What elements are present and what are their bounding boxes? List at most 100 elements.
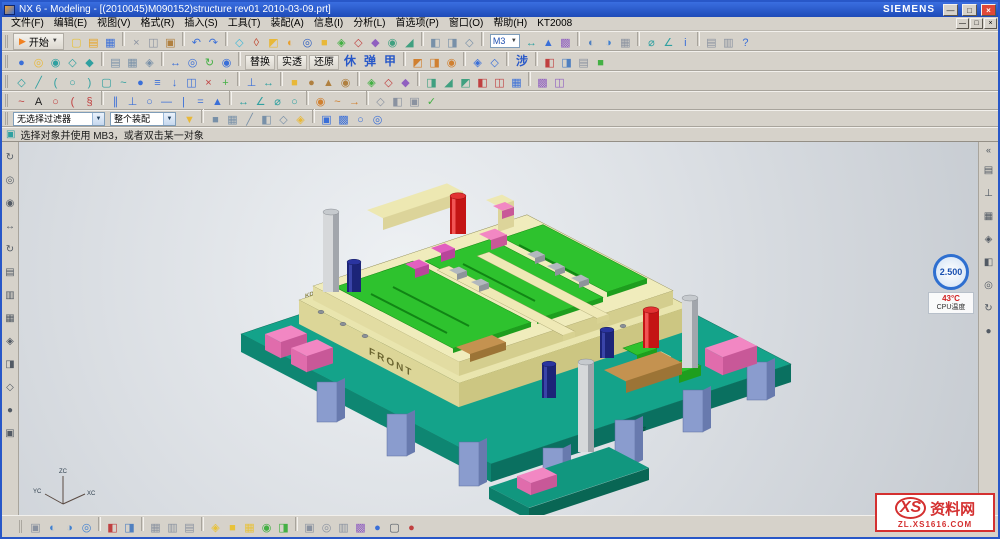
layer-settings-icon[interactable]: ▦ <box>617 35 634 51</box>
part-navigator-icon[interactable]: ▦ <box>981 209 996 224</box>
studio-spline-icon[interactable]: ~ <box>115 75 132 91</box>
alternate-solution-icon[interactable]: ◧ <box>389 94 406 110</box>
sheet-body-filter-icon[interactable]: ▦ <box>224 112 241 128</box>
menu-assemblies[interactable]: 装配(A) <box>265 17 308 31</box>
roles-icon[interactable]: ● <box>369 520 386 536</box>
inside-window-icon[interactable]: ▣ <box>318 112 335 128</box>
toolbar-grip[interactable] <box>5 35 10 48</box>
macro-xiu-button[interactable]: 休 <box>340 52 360 69</box>
cut-icon[interactable]: × <box>128 35 145 51</box>
menu-window[interactable]: 窗口(O) <box>444 17 488 31</box>
visible-in-view-icon[interactable]: ▤ <box>181 520 198 536</box>
face-filter-icon[interactable]: ◧ <box>258 112 275 128</box>
mirror-body-icon[interactable]: ◫ <box>551 75 568 91</box>
drafting-icon[interactable]: ▤ <box>575 55 592 71</box>
close-button[interactable]: × <box>981 4 996 16</box>
true-shading-icon[interactable]: ◈ <box>207 520 224 536</box>
toolbar-grip[interactable] <box>5 55 10 68</box>
constraint-fix-icon[interactable]: ▲ <box>209 94 226 110</box>
display-preferences-icon[interactable]: ▣ <box>3 426 18 441</box>
menu-information[interactable]: 信息(I) <box>309 17 348 31</box>
enhance-scene-icon[interactable]: ▦ <box>241 520 258 536</box>
split-body-icon[interactable]: ◫ <box>491 75 508 91</box>
sphere-tool-icon[interactable]: ◉ <box>337 75 354 91</box>
wireframe-view-icon[interactable]: ◇ <box>461 35 478 51</box>
constraint-horizontal-icon[interactable]: — <box>158 94 175 110</box>
child-minimize-button[interactable]: — <box>956 18 969 29</box>
chamfer-icon[interactable]: ◢ <box>401 35 418 51</box>
assembly-constraints-icon[interactable]: ▲ <box>540 35 557 51</box>
menu-format[interactable]: 格式(R) <box>135 17 179 31</box>
highlight-select-icon[interactable]: ◎ <box>369 112 386 128</box>
profile-icon[interactable]: ◇ <box>13 75 30 91</box>
orient-iso-icon[interactable]: ◈ <box>141 55 158 71</box>
auto-dimension-icon[interactable]: ↔ <box>260 75 277 91</box>
constraint-equal-icon[interactable]: = <box>192 94 209 110</box>
show-and-hide-icon[interactable]: ◑ <box>600 35 617 51</box>
save-icon[interactable]: ▦ <box>102 35 119 51</box>
quick-extend-icon[interactable]: + <box>217 75 234 91</box>
scene-settings-icon[interactable]: ■ <box>224 520 241 536</box>
edit-curve-icon[interactable]: ◉ <box>312 94 329 110</box>
circle-icon[interactable]: ○ <box>64 75 81 91</box>
smooth-spline-icon[interactable]: ~ <box>329 94 346 110</box>
menu-help[interactable]: 帮助(H) <box>488 17 532 31</box>
layer-settings-icon[interactable]: ▦ <box>147 520 164 536</box>
history-palette-icon[interactable]: ↻ <box>981 301 996 316</box>
instance-geometry-icon[interactable]: ▩ <box>534 75 551 91</box>
immediate-hide-icon[interactable]: ◑ <box>61 520 78 536</box>
toolbar-grip[interactable] <box>5 112 10 125</box>
clip-section-icon[interactable]: ◨ <box>558 55 575 71</box>
show-hide-icon[interactable]: ◐ <box>44 520 61 536</box>
move-face-icon[interactable]: ◩ <box>409 55 426 71</box>
wave-link-icon[interactable]: ◈ <box>469 55 486 71</box>
dim-perimeter-icon[interactable]: ○ <box>286 94 303 110</box>
menu-tools[interactable]: 工具(T) <box>223 17 266 31</box>
selection-filter-combo[interactable]: 无选择过滤器 ▼ <box>13 112 105 126</box>
wireframe-mode-icon[interactable]: ◇ <box>3 380 18 395</box>
zoom-icon[interactable]: ◎ <box>184 55 201 71</box>
shaded-view-icon[interactable]: ◨ <box>444 35 461 51</box>
transparent-display-icon[interactable]: ◐ <box>583 35 600 51</box>
edge-filter-icon[interactable]: ◇ <box>275 112 292 128</box>
redo-icon[interactable]: ↷ <box>205 35 222 51</box>
copy-icon[interactable]: ◫ <box>145 35 162 51</box>
fit-icon[interactable]: ◉ <box>218 55 235 71</box>
window-cascade-icon[interactable]: ▤ <box>703 35 720 51</box>
block-icon[interactable]: ■ <box>316 35 333 51</box>
draft-icon[interactable]: ◢ <box>440 75 457 91</box>
revolve-icon[interactable]: ◐ <box>282 35 299 51</box>
shaded-mode-icon[interactable]: ◨ <box>3 357 18 372</box>
show-all-icon[interactable]: ◎ <box>78 520 95 536</box>
line-icon[interactable]: ╱ <box>30 75 47 91</box>
patch-icon[interactable]: ▦ <box>508 75 525 91</box>
selection-sphere-icon[interactable]: ● <box>13 55 30 71</box>
rectangle-icon[interactable]: ▢ <box>98 75 115 91</box>
orient-top-icon[interactable]: ▤ <box>107 55 124 71</box>
macro-she-button[interactable]: 涉 <box>512 52 532 69</box>
reuse-library-icon[interactable]: ◈ <box>981 232 996 247</box>
offset-curve-icon[interactable]: ≡ <box>149 75 166 91</box>
offset-region-icon[interactable]: ◨ <box>426 55 443 71</box>
constraint-parallel-icon[interactable]: ∥ <box>107 94 124 110</box>
edit-section-icon[interactable]: ◧ <box>541 55 558 71</box>
paste-icon[interactable]: ▣ <box>162 35 179 51</box>
modeling-app-icon[interactable]: ■ <box>592 55 609 71</box>
top-view-icon[interactable]: ▦ <box>3 311 18 326</box>
full-screen-icon[interactable]: ▢ <box>386 520 403 536</box>
new-icon[interactable]: ▢ <box>68 35 85 51</box>
mid-point-icon[interactable]: ◆ <box>81 55 98 71</box>
minimize-button[interactable]: — <box>943 4 958 16</box>
undo-icon[interactable]: ↶ <box>188 35 205 51</box>
mirror-curve-icon[interactable]: ◫ <box>183 75 200 91</box>
toolbar-grip[interactable] <box>5 94 10 107</box>
child-close-button[interactable]: × <box>984 18 997 29</box>
object-preferences-icon[interactable]: ▣ <box>301 520 318 536</box>
menu-kt2008[interactable]: KT2008 <box>532 17 577 31</box>
clip-work-section-icon[interactable]: ◨ <box>121 520 138 536</box>
interpart-link-icon[interactable]: ◇ <box>486 55 503 71</box>
front-view-icon[interactable]: ▤ <box>3 265 18 280</box>
macro-jia-button[interactable]: 甲 <box>380 52 400 69</box>
web-browser-icon[interactable]: ◎ <box>981 278 996 293</box>
curve-length-icon[interactable]: → <box>346 94 363 110</box>
